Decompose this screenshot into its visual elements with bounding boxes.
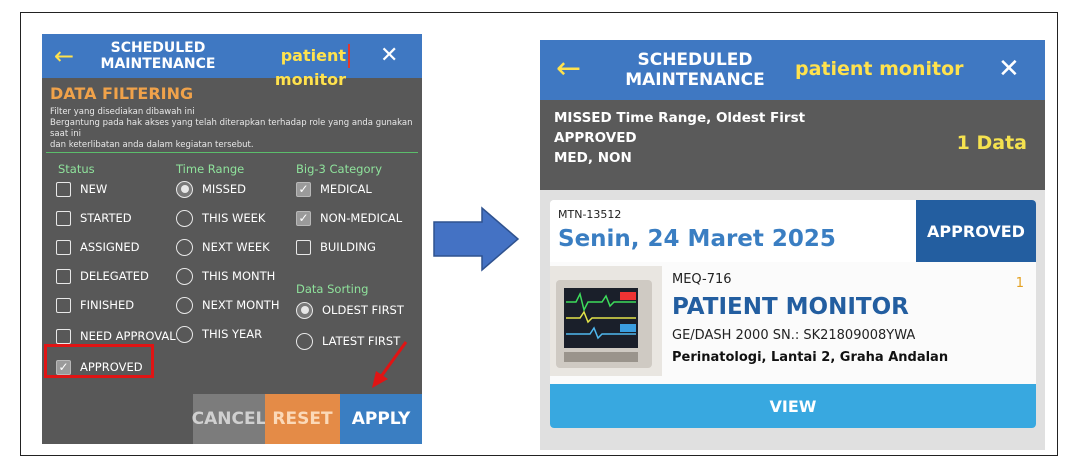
summary-status: APPROVED [554,130,637,146]
close-icon[interactable]: ✕ [380,42,398,70]
header-bar: ← SCHEDULED MAINTENANCE patient monitor … [540,40,1045,100]
apply-button[interactable]: APPLY [340,394,422,444]
status-option-started[interactable]: STARTED [56,208,132,228]
category-option-non-medical[interactable]: ✓ NON-MEDICAL [296,208,402,228]
filter-screen: ← SCHEDULED MAINTENANCE patient monitor … [42,34,422,444]
checkbox[interactable] [56,328,71,344]
sorting-header: Data Sorting [296,282,369,296]
radio[interactable] [176,209,193,227]
search-input[interactable]: patient monitor [238,44,350,89]
page-title: SCHEDULED MAINTENANCE [100,40,216,72]
patient-monitor-image [550,266,662,376]
filter-summary: MISSED Time Range, Oldest First APPROVED… [540,100,1045,190]
maintenance-card[interactable]: MTN-13512 Senin, 24 Maret 2025 APPROVED … [550,200,1036,428]
arrow-left-icon[interactable]: ← [556,54,581,84]
arrow-left-icon[interactable]: ← [54,42,74,70]
sort-option-oldest[interactable]: OLDEST FIRST [296,300,404,320]
time-option-this-week[interactable]: THIS WEEK [176,208,265,228]
radio-selected[interactable] [296,301,313,319]
equipment-model: GE/DASH 2000 SN.: SK21809008YWA [672,328,916,343]
card-index: 1 [1015,276,1024,291]
checkbox[interactable] [56,297,71,313]
time-range-header: Time Range [176,162,245,176]
checkbox[interactable] [56,239,71,255]
summary-category: MED, NON [554,150,632,166]
result-count: 1 Data [956,132,1027,154]
filtering-description: Filter yang disediakan dibawah ini Berga… [50,107,413,150]
radio-selected[interactable] [176,180,193,198]
status-header: Status [58,162,95,176]
equipment-code: MEQ-716 [672,272,732,287]
cancel-button[interactable]: CANCEL [192,394,266,444]
checkbox-checked[interactable]: ✓ [296,210,311,226]
summary-time-range: MISSED Time Range, Oldest First [554,110,806,126]
annotation-arrow-icon [372,341,408,388]
time-option-this-year[interactable]: THIS YEAR [176,324,262,344]
equipment-location: Perinatologi, Lantai 2, Graha Andalan [672,350,949,365]
header-bar: ← SCHEDULED MAINTENANCE patient monitor … [42,34,422,89]
close-icon[interactable]: ✕ [998,54,1020,84]
view-button[interactable]: VIEW [550,384,1036,428]
radio[interactable] [176,325,193,343]
status-option-assigned[interactable]: ASSIGNED [56,237,140,257]
result-screen: ← SCHEDULED MAINTENANCE patient monitor … [540,40,1045,450]
highlight-box [44,344,154,378]
filtering-title: DATA FILTERING [50,84,194,103]
time-option-next-week[interactable]: NEXT WEEK [176,237,270,257]
checkbox[interactable] [56,210,71,226]
category-option-medical[interactable]: ✓ MEDICAL [296,179,372,199]
reset-button[interactable]: RESET [265,394,340,444]
checkbox[interactable] [296,239,311,255]
status-option-finished[interactable]: FINISHED [56,295,134,315]
checkbox[interactable] [56,268,71,284]
status-option-need-approval[interactable]: NEED APPROVAL [56,326,176,346]
time-option-this-month[interactable]: THIS MONTH [176,266,275,286]
radio[interactable] [176,238,193,256]
equipment-name: PATIENT MONITOR [672,294,909,320]
status-badge: APPROVED [916,200,1036,262]
radio[interactable] [176,296,193,314]
divider [46,152,418,153]
radio[interactable] [296,332,313,350]
time-option-missed[interactable]: MISSED [176,179,246,199]
checkbox-checked[interactable]: ✓ [296,181,311,197]
page-title: SCHEDULED MAINTENANCE [625,50,765,90]
checkbox[interactable] [56,181,71,197]
transition-arrow-icon [433,206,520,272]
search-input[interactable]: patient monitor [795,58,964,80]
status-option-new[interactable]: NEW [56,179,107,199]
maintenance-code: MTN-13512 [558,208,622,221]
status-option-delegated[interactable]: DELEGATED [56,266,149,286]
radio[interactable] [176,267,193,285]
category-header: Big-3 Category [296,162,383,176]
maintenance-date: Senin, 24 Maret 2025 [558,226,836,252]
time-option-next-month[interactable]: NEXT MONTH [176,295,279,315]
category-option-building[interactable]: BUILDING [296,237,376,257]
